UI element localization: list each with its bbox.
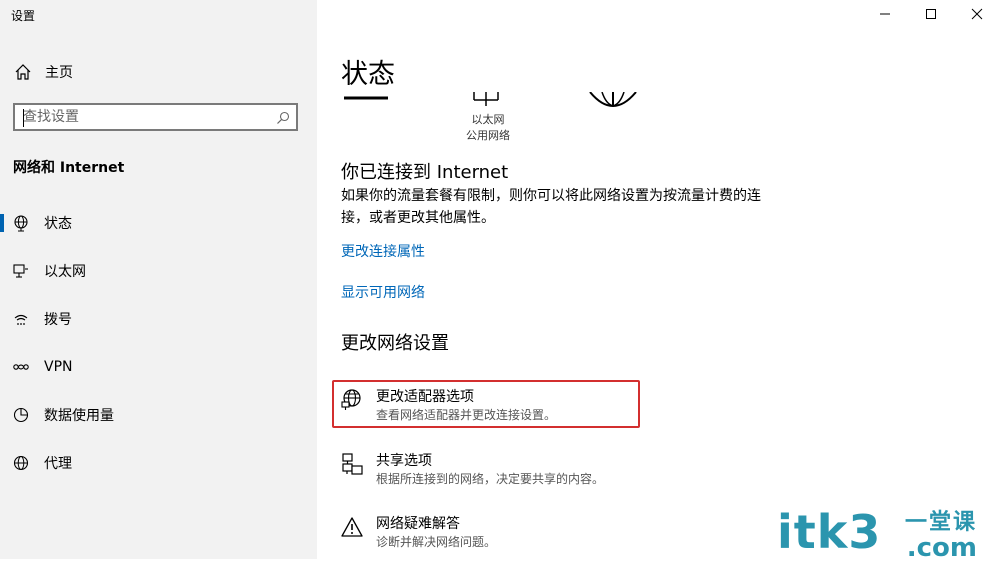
internet-globe-icon bbox=[589, 92, 637, 107]
option-description: 根据所连接到的网络，决定要共享的内容。 bbox=[376, 472, 605, 486]
sidebar-item-label: 数据使用量 bbox=[44, 408, 114, 424]
sidebar-item-label: 状态 bbox=[44, 216, 72, 232]
sidebar-item-ethernet[interactable]: 以太网 bbox=[0, 256, 317, 286]
option-title: 网络疑难解答 bbox=[376, 516, 460, 532]
sidebar-item-label: 拨号 bbox=[44, 312, 72, 328]
vpn-icon bbox=[12, 358, 30, 376]
maximize-icon bbox=[926, 9, 936, 19]
sidebar-item-proxy[interactable]: 代理 bbox=[0, 448, 317, 478]
close-icon bbox=[971, 8, 983, 20]
minimize-icon bbox=[880, 13, 890, 15]
watermark-logo: itk3 一堂课 .com bbox=[777, 505, 987, 563]
network-troubleshooter[interactable]: 网络疑难解答 诊断并解决网络问题。 bbox=[338, 509, 638, 553]
home-label: 主页 bbox=[45, 65, 73, 81]
sidebar-item-dialup[interactable]: 拨号 bbox=[0, 304, 317, 334]
change-network-settings-heading: 更改网络设置 bbox=[341, 333, 449, 354]
warning-icon bbox=[340, 515, 364, 539]
connected-heading: 你已连接到 Internet bbox=[341, 162, 509, 183]
connected-description: 如果你的流量套餐有限制，则你可以将此网络设置为按流量计费的连接，或者更改其他属性… bbox=[341, 188, 761, 226]
minimize-button[interactable] bbox=[875, 4, 895, 24]
home-nav[interactable]: 主页 bbox=[14, 62, 73, 82]
watermark-line2: .com bbox=[906, 533, 977, 563]
change-connection-properties-link[interactable]: 更改连接属性 bbox=[341, 241, 425, 261]
watermark-main-text: itk3 bbox=[777, 505, 882, 559]
globe-status-icon bbox=[12, 214, 30, 232]
section-title: 网络和 Internet bbox=[13, 160, 125, 176]
network-name: 以太网 bbox=[471, 113, 505, 126]
maximize-button[interactable] bbox=[921, 4, 941, 24]
sharing-options[interactable]: 共享选项 根据所连接到的网络，决定要共享的内容。 bbox=[338, 446, 638, 490]
sidebar-item-status[interactable]: 状态 bbox=[0, 208, 317, 238]
search-icon[interactable] bbox=[276, 110, 290, 124]
option-title: 共享选项 bbox=[376, 453, 432, 469]
close-button[interactable] bbox=[967, 4, 987, 24]
globe-proxy-icon bbox=[12, 454, 30, 472]
search-box[interactable] bbox=[13, 103, 298, 131]
search-input[interactable] bbox=[23, 108, 273, 126]
sidebar: 设置 主页 网络和 Internet 状态 以太网 拨号 bbox=[0, 0, 317, 559]
text-caret bbox=[23, 109, 24, 127]
dialup-icon bbox=[12, 310, 30, 328]
sidebar-item-label: 以太网 bbox=[44, 264, 86, 280]
sidebar-item-data-usage[interactable]: 数据使用量 bbox=[0, 400, 317, 430]
ethernet-connector-icon bbox=[473, 92, 499, 106]
active-indicator bbox=[0, 214, 4, 232]
ethernet-icon bbox=[12, 262, 30, 280]
data-usage-icon bbox=[12, 406, 30, 424]
sidebar-item-label: 代理 bbox=[44, 456, 72, 472]
sidebar-item-vpn[interactable]: VPN bbox=[0, 352, 317, 382]
sidebar-item-label: VPN bbox=[44, 359, 73, 375]
watermark-line1: 一堂课 bbox=[904, 510, 977, 535]
app-title: 设置 bbox=[11, 9, 36, 23]
show-available-networks-link[interactable]: 显示可用网络 bbox=[341, 282, 425, 302]
red-highlight-box bbox=[332, 380, 640, 428]
network-type: 公用网络 bbox=[466, 129, 510, 142]
home-icon bbox=[14, 63, 32, 81]
option-description: 诊断并解决网络问题。 bbox=[376, 535, 497, 549]
watermark-side: 一堂课 .com bbox=[899, 510, 977, 563]
page-title: 状态 bbox=[341, 59, 395, 90]
sharing-icon bbox=[340, 452, 364, 476]
